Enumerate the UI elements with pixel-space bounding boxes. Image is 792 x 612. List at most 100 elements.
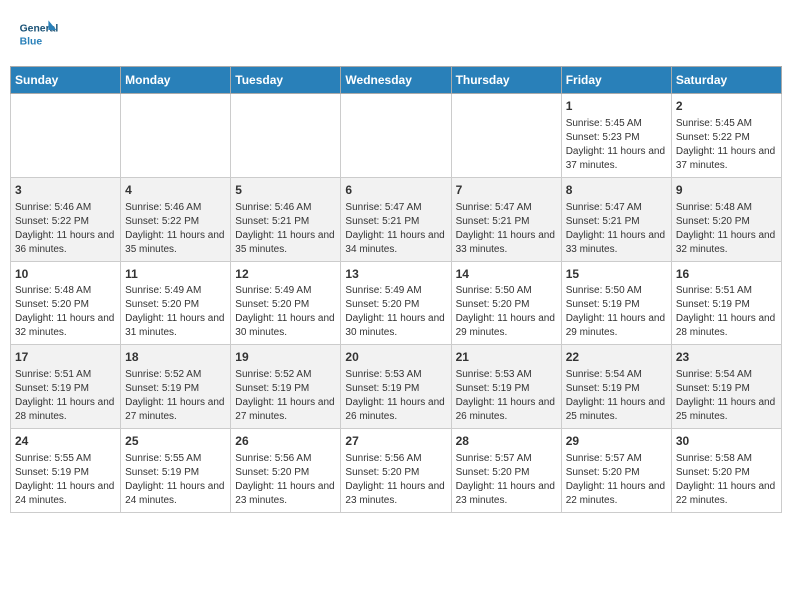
day-number: 2	[676, 98, 777, 115]
day-number: 16	[676, 266, 777, 283]
day-info: Sunrise: 5:49 AM Sunset: 5:20 PM Dayligh…	[235, 284, 336, 340]
day-info: Sunrise: 5:57 AM Sunset: 5:20 PM Dayligh…	[566, 452, 667, 508]
day-number: 1	[566, 98, 667, 115]
calendar-table: SundayMondayTuesdayWednesdayThursdayFrid…	[10, 66, 782, 513]
calendar-cell: 29 Sunrise: 5:57 AM Sunset: 5:20 PM Dayli…	[561, 429, 671, 513]
day-info: Sunrise: 5:52 AM Sunset: 5:19 PM Dayligh…	[235, 368, 336, 424]
day-number: 9	[676, 182, 777, 199]
calendar-cell: 30Sunrise: 5:58 AM Sunset: 5:20 PM Dayli…	[671, 429, 781, 513]
day-info: Sunrise: 5:55 AM Sunset: 5:19 PM Dayligh…	[125, 452, 226, 508]
svg-text:Blue: Blue	[20, 36, 43, 47]
day-info: Sunrise: 5:46 AM Sunset: 5:21 PM Dayligh…	[235, 201, 336, 257]
day-number: 3	[15, 182, 116, 199]
calendar-header: SundayMondayTuesdayWednesdayThursdayFrid…	[11, 67, 782, 94]
day-number: 6	[345, 182, 446, 199]
calendar-cell: 7 Sunrise: 5:47 AM Sunset: 5:21 PM Daylig…	[451, 177, 561, 261]
weekday-header-sunday: Sunday	[11, 67, 121, 94]
calendar-body: 1 Sunrise: 5:45 AM Sunset: 5:23 PM Daylig…	[11, 94, 782, 513]
day-info: Sunrise: 5:49 AM Sunset: 5:20 PM Dayligh…	[125, 284, 226, 340]
calendar-cell: 9 Sunrise: 5:48 AM Sunset: 5:20 PM Daylig…	[671, 177, 781, 261]
calendar-cell: 28 Sunrise: 5:57 AM Sunset: 5:20 PM Dayli…	[451, 429, 561, 513]
calendar-cell	[11, 94, 121, 178]
calendar-cell: 15Sunrise: 5:50 AM Sunset: 5:19 PM Dayli…	[561, 261, 671, 345]
calendar-cell	[231, 94, 341, 178]
calendar-week-5: 24 Sunrise: 5:55 AM Sunset: 5:19 PM Dayli…	[11, 429, 782, 513]
day-info: Sunrise: 5:46 AM Sunset: 5:22 PM Dayligh…	[125, 201, 226, 257]
day-info: Sunrise: 5:45 AM Sunset: 5:22 PM Dayligh…	[676, 117, 777, 173]
day-number: 24	[15, 433, 116, 450]
calendar-cell	[451, 94, 561, 178]
weekday-header-friday: Friday	[561, 67, 671, 94]
day-number: 15	[566, 266, 667, 283]
calendar-week-3: 10Sunrise: 5:48 AM Sunset: 5:20 PM Dayli…	[11, 261, 782, 345]
calendar-cell: 8Sunrise: 5:47 AM Sunset: 5:21 PM Daylig…	[561, 177, 671, 261]
day-number: 29	[566, 433, 667, 450]
calendar-cell: 22 Sunrise: 5:54 AM Sunset: 5:19 PM Dayli…	[561, 345, 671, 429]
day-info: Sunrise: 5:48 AM Sunset: 5:20 PM Dayligh…	[15, 284, 116, 340]
day-number: 21	[456, 349, 557, 366]
calendar-cell: 3Sunrise: 5:46 AM Sunset: 5:22 PM Daylig…	[11, 177, 121, 261]
day-number: 14	[456, 266, 557, 283]
day-info: Sunrise: 5:53 AM Sunset: 5:19 PM Dayligh…	[456, 368, 557, 424]
day-number: 18	[125, 349, 226, 366]
day-number: 20	[345, 349, 446, 366]
day-info: Sunrise: 5:57 AM Sunset: 5:20 PM Dayligh…	[456, 452, 557, 508]
day-number: 25	[125, 433, 226, 450]
day-number: 22	[566, 349, 667, 366]
day-number: 10	[15, 266, 116, 283]
calendar-cell: 12Sunrise: 5:49 AM Sunset: 5:20 PM Dayli…	[231, 261, 341, 345]
calendar-cell: 6 Sunrise: 5:47 AM Sunset: 5:21 PM Daylig…	[341, 177, 451, 261]
day-info: Sunrise: 5:55 AM Sunset: 5:19 PM Dayligh…	[15, 452, 116, 508]
weekday-header-thursday: Thursday	[451, 67, 561, 94]
logo-icon: General Blue	[18, 14, 58, 54]
day-number: 5	[235, 182, 336, 199]
calendar-cell: 13Sunrise: 5:49 AM Sunset: 5:20 PM Dayli…	[341, 261, 451, 345]
calendar-week-2: 3 Sunrise: 5:46 AM Sunset: 5:22 PM Daylig…	[11, 177, 782, 261]
day-number: 17	[15, 349, 116, 366]
day-info: Sunrise: 5:50 AM Sunset: 5:19 PM Dayligh…	[566, 284, 667, 340]
weekday-header-monday: Monday	[121, 67, 231, 94]
calendar-cell: 1 Sunrise: 5:45 AM Sunset: 5:23 PM Daylig…	[561, 94, 671, 178]
day-info: Sunrise: 5:56 AM Sunset: 5:20 PM Dayligh…	[345, 452, 446, 508]
calendar-cell: 21 Sunrise: 5:53 AM Sunset: 5:19 PM Dayli…	[451, 345, 561, 429]
calendar-cell: 18Sunrise: 5:52 AM Sunset: 5:19 PM Dayli…	[121, 345, 231, 429]
day-info: Sunrise: 5:50 AM Sunset: 5:20 PM Dayligh…	[456, 284, 557, 340]
day-info: Sunrise: 5:49 AM Sunset: 5:20 PM Dayligh…	[345, 284, 446, 340]
logo: General Blue	[18, 14, 62, 54]
calendar-cell: 10Sunrise: 5:48 AM Sunset: 5:20 PM Dayli…	[11, 261, 121, 345]
calendar-cell: 4 Sunrise: 5:46 AM Sunset: 5:22 PM Daylig…	[121, 177, 231, 261]
day-info: Sunrise: 5:54 AM Sunset: 5:19 PM Dayligh…	[676, 368, 777, 424]
calendar-cell: 5 Sunrise: 5:46 AM Sunset: 5:21 PM Daylig…	[231, 177, 341, 261]
calendar-cell: 24 Sunrise: 5:55 AM Sunset: 5:19 PM Dayli…	[11, 429, 121, 513]
calendar-cell: 17 Sunrise: 5:51 AM Sunset: 5:19 PM Dayli…	[11, 345, 121, 429]
day-info: Sunrise: 5:45 AM Sunset: 5:23 PM Dayligh…	[566, 117, 667, 173]
weekday-header-saturday: Saturday	[671, 67, 781, 94]
day-info: Sunrise: 5:47 AM Sunset: 5:21 PM Dayligh…	[566, 201, 667, 257]
day-info: Sunrise: 5:53 AM Sunset: 5:19 PM Dayligh…	[345, 368, 446, 424]
calendar-cell: 2 Sunrise: 5:45 AM Sunset: 5:22 PM Daylig…	[671, 94, 781, 178]
day-number: 27	[345, 433, 446, 450]
day-number: 4	[125, 182, 226, 199]
calendar-cell: 19 Sunrise: 5:52 AM Sunset: 5:19 PM Dayli…	[231, 345, 341, 429]
day-number: 19	[235, 349, 336, 366]
weekday-header-row: SundayMondayTuesdayWednesdayThursdayFrid…	[11, 67, 782, 94]
calendar-cell	[341, 94, 451, 178]
weekday-header-wednesday: Wednesday	[341, 67, 451, 94]
calendar-week-4: 17 Sunrise: 5:51 AM Sunset: 5:19 PM Dayli…	[11, 345, 782, 429]
day-info: Sunrise: 5:56 AM Sunset: 5:20 PM Dayligh…	[235, 452, 336, 508]
day-info: Sunrise: 5:48 AM Sunset: 5:20 PM Dayligh…	[676, 201, 777, 257]
day-info: Sunrise: 5:54 AM Sunset: 5:19 PM Dayligh…	[566, 368, 667, 424]
day-info: Sunrise: 5:47 AM Sunset: 5:21 PM Dayligh…	[456, 201, 557, 257]
calendar-week-1: 1 Sunrise: 5:45 AM Sunset: 5:23 PM Daylig…	[11, 94, 782, 178]
calendar-cell: 23Sunrise: 5:54 AM Sunset: 5:19 PM Dayli…	[671, 345, 781, 429]
day-info: Sunrise: 5:51 AM Sunset: 5:19 PM Dayligh…	[15, 368, 116, 424]
day-number: 13	[345, 266, 446, 283]
page-header: General Blue	[10, 10, 782, 58]
day-number: 7	[456, 182, 557, 199]
day-number: 26	[235, 433, 336, 450]
day-number: 28	[456, 433, 557, 450]
calendar-cell: 20 Sunrise: 5:53 AM Sunset: 5:19 PM Dayli…	[341, 345, 451, 429]
calendar-cell: 26 Sunrise: 5:56 AM Sunset: 5:20 PM Dayli…	[231, 429, 341, 513]
day-info: Sunrise: 5:47 AM Sunset: 5:21 PM Dayligh…	[345, 201, 446, 257]
calendar-cell	[121, 94, 231, 178]
